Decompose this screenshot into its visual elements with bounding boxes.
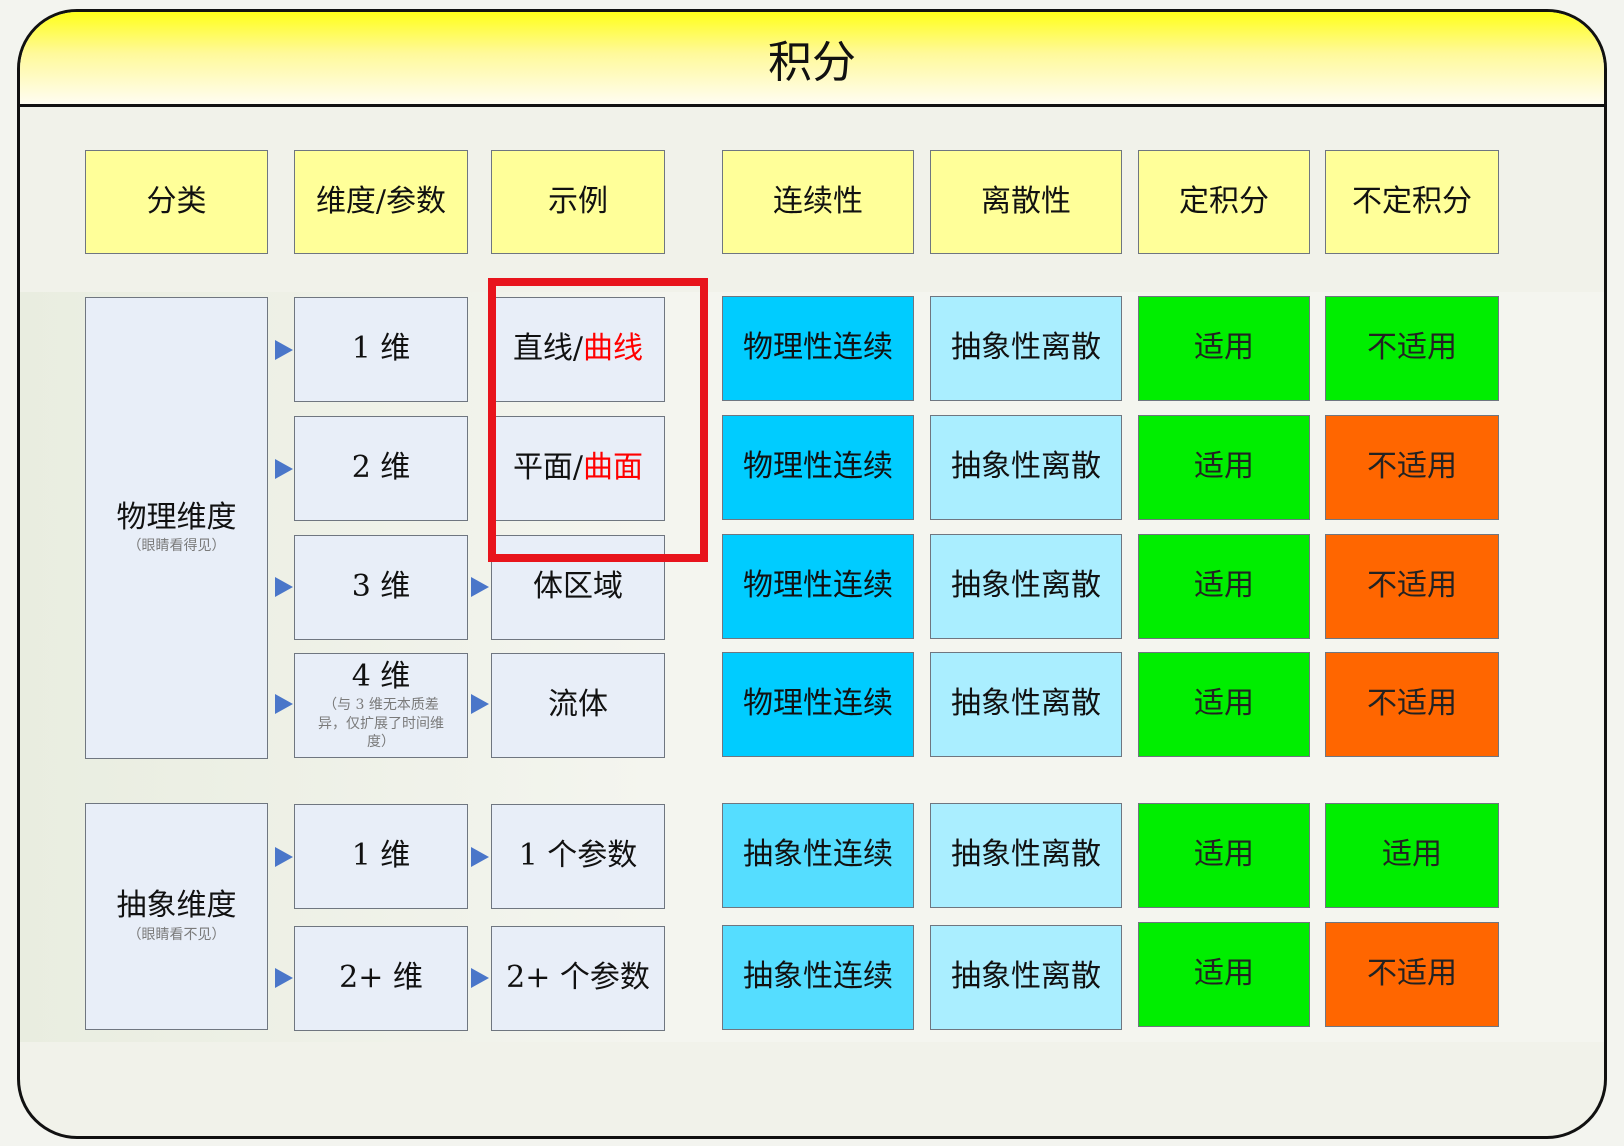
category-abstract-label: 抽象维度 [116, 888, 237, 924]
indefinite-cell: 不适用 [1325, 415, 1499, 520]
category-physical-label: 物理维度 [116, 499, 237, 535]
header-category: 分类 [85, 150, 268, 254]
discreteness-cell: 抽象性离散 [930, 415, 1122, 520]
category-abstract: 抽象维度 （眼睛看不见） [85, 803, 268, 1030]
header-example: 示例 [491, 150, 665, 254]
definite-cell: 适用 [1138, 652, 1310, 757]
continuity-cell: 抽象性连续 [722, 925, 914, 1030]
header-continuity: 连续性 [722, 150, 914, 254]
continuity-cell: 物理性连续 [722, 652, 914, 757]
example-text: 2+ 个参数 [506, 960, 650, 996]
arrow-icon [471, 577, 489, 597]
definite-cell: 适用 [1138, 296, 1310, 401]
discreteness-cell: 抽象性离散 [930, 925, 1122, 1030]
discreteness-cell: 抽象性离散 [930, 803, 1122, 908]
example-text: 1 个参数 [518, 838, 638, 874]
indefinite-cell: 不适用 [1325, 652, 1499, 757]
continuity-cell: 物理性连续 [722, 534, 914, 639]
dimension-cell: 2 维 [294, 416, 468, 521]
header-discreteness: 离散性 [930, 150, 1122, 254]
dimension-cell: 2+ 维 [294, 926, 468, 1031]
definite-cell: 适用 [1138, 534, 1310, 639]
arrow-icon [275, 340, 293, 360]
dimension-cell: 1 维 [294, 297, 468, 402]
example-text: 体区域 [533, 569, 623, 605]
example-cell: 1 个参数 [491, 804, 665, 909]
arrow-icon [275, 459, 293, 479]
discreteness-cell: 抽象性离散 [930, 534, 1122, 639]
example-text: 流体 [548, 687, 608, 723]
header-definite-integral: 定积分 [1138, 150, 1310, 254]
arrow-icon [275, 847, 293, 867]
discreteness-cell: 抽象性离散 [930, 296, 1122, 401]
definite-cell: 适用 [1138, 415, 1310, 520]
example-cell: 2+ 个参数 [491, 926, 665, 1031]
dimension-cell: 1 维 [294, 804, 468, 909]
header-indefinite-integral: 不定积分 [1325, 150, 1499, 254]
discreteness-cell: 抽象性离散 [930, 652, 1122, 757]
category-physical: 物理维度 （眼睛看得见） [85, 297, 268, 759]
arrow-icon [471, 694, 489, 714]
definite-cell: 适用 [1138, 922, 1310, 1027]
arrow-icon [275, 968, 293, 988]
arrow-icon [471, 968, 489, 988]
category-abstract-note: （眼睛看不见） [127, 926, 226, 943]
continuity-cell: 抽象性连续 [722, 803, 914, 908]
dimension-cell: 4 维 （与 3 维无本质差异，仅扩展了时间维度） [294, 653, 468, 758]
diagram-title: 积分 [768, 37, 856, 88]
header-dimension: 维度/参数 [294, 150, 468, 254]
indefinite-cell: 不适用 [1325, 534, 1499, 639]
indefinite-cell: 不适用 [1325, 296, 1499, 401]
arrow-icon [275, 577, 293, 597]
indefinite-cell: 不适用 [1325, 922, 1499, 1027]
highlight-box [488, 278, 708, 562]
title-bar: 积分 [20, 12, 1604, 107]
arrow-icon [275, 694, 293, 714]
definite-cell: 适用 [1138, 803, 1310, 908]
dimension-note: （与 3 维无本质差异，仅扩展了时间维度） [318, 697, 444, 750]
example-cell: 流体 [491, 653, 665, 758]
continuity-cell: 物理性连续 [722, 296, 914, 401]
category-physical-note: （眼睛看得见） [127, 538, 226, 555]
indefinite-cell: 适用 [1325, 803, 1499, 908]
arrow-icon [471, 847, 489, 867]
continuity-cell: 物理性连续 [722, 415, 914, 520]
dimension-label: 4 维 [351, 658, 411, 694]
dimension-cell: 3 维 [294, 535, 468, 640]
